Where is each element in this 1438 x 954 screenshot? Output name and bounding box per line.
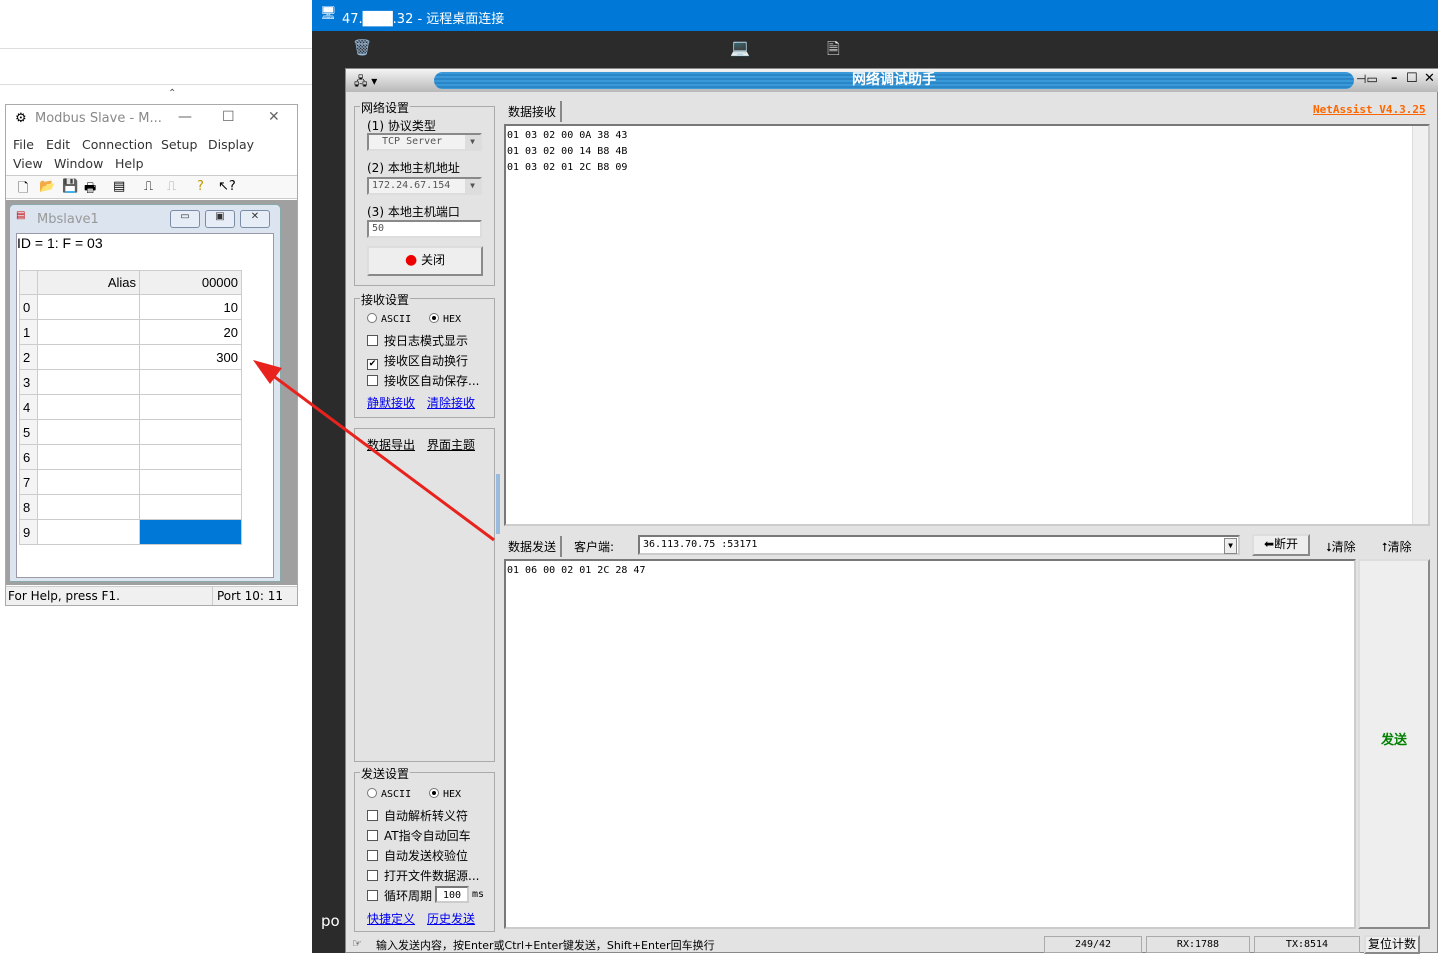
arrow-line [267,370,495,542]
annotation-arrow [253,360,495,542]
